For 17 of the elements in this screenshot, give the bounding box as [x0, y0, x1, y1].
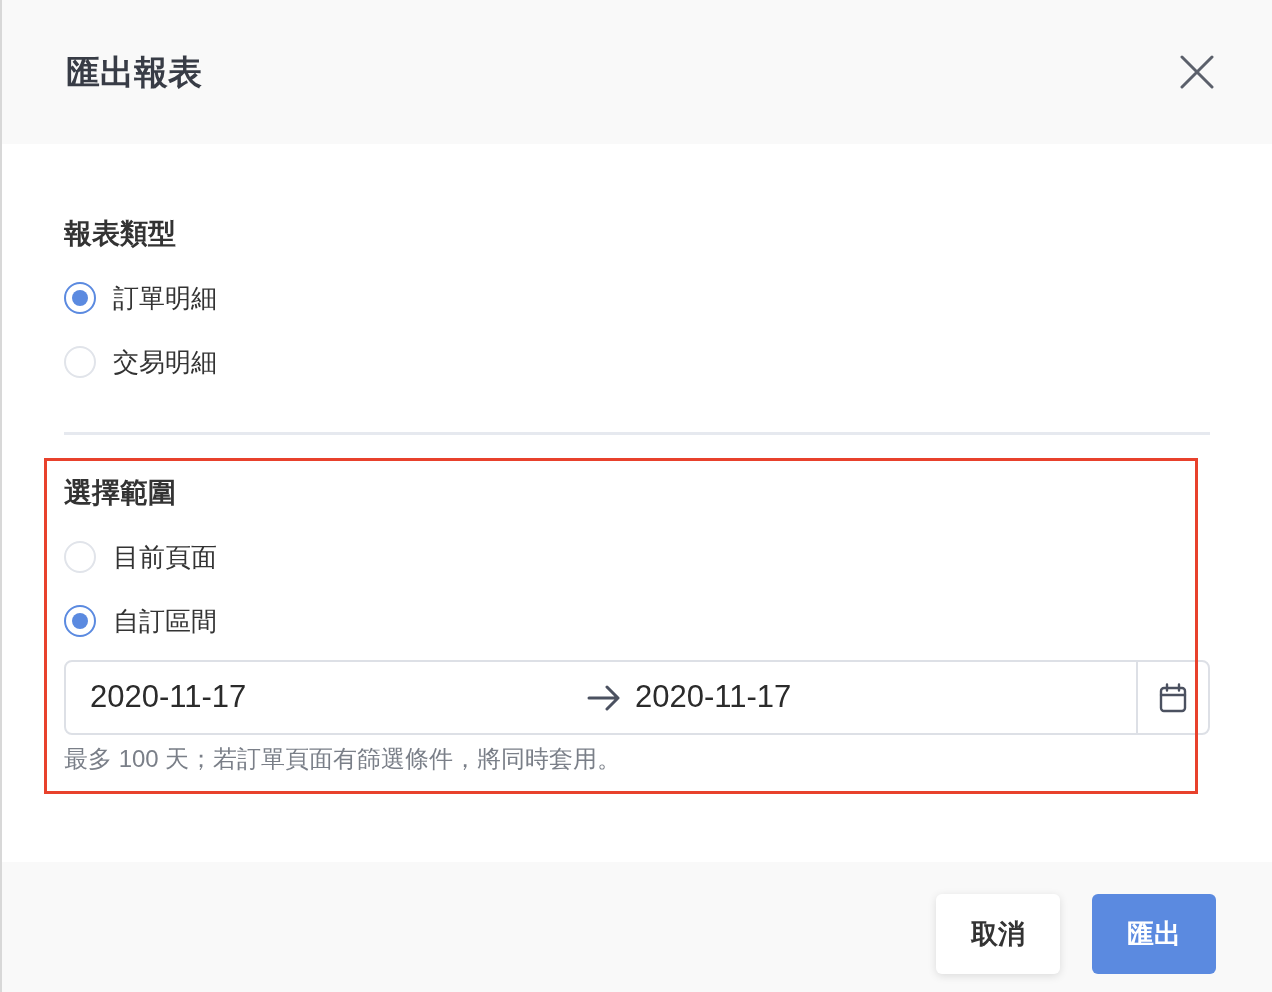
start-date[interactable]: 2020-11-17: [90, 674, 587, 721]
radio-button[interactable]: [64, 605, 96, 637]
calendar-icon[interactable]: [1159, 682, 1187, 713]
radio-label[interactable]: 自訂區間: [113, 601, 217, 641]
arrow-right-icon: [587, 684, 621, 711]
radio-label[interactable]: 交易明細: [113, 342, 217, 382]
radio-button[interactable]: [64, 282, 96, 314]
cancel-button[interactable]: 取消: [936, 894, 1060, 974]
close-icon[interactable]: [1180, 55, 1214, 89]
end-date[interactable]: 2020-11-17: [635, 674, 792, 721]
radio-label[interactable]: 目前頁面: [113, 537, 217, 577]
date-range-field[interactable]: 2020-11-17 2020-11-17: [64, 660, 1210, 735]
section-title: 報表類型: [64, 217, 177, 251]
help-text: 最多 100 天；若訂單頁面有篩選條件，將同時套用。: [64, 745, 623, 773]
radio-label[interactable]: 訂單明細: [113, 278, 217, 318]
section-title: 選擇範圍: [64, 476, 177, 510]
dialog-title: 匯出報表: [66, 51, 202, 93]
